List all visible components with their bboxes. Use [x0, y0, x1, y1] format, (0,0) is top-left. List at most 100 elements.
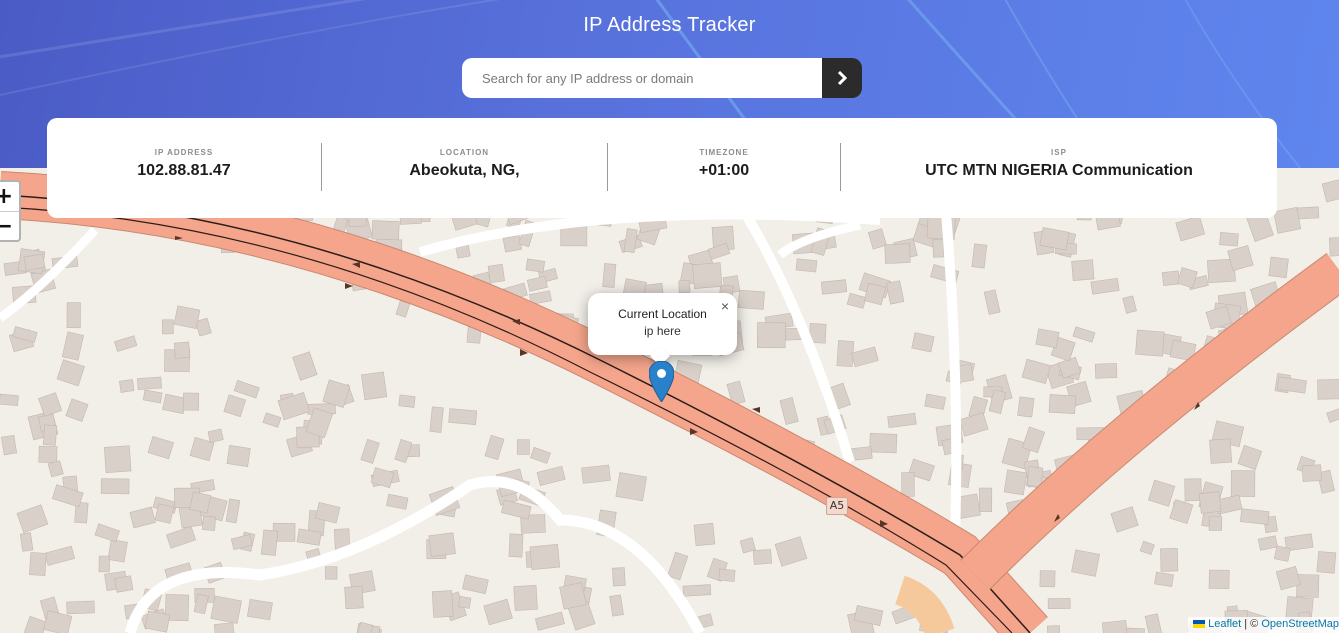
building-footprint: [581, 464, 611, 484]
building-footprint: [1198, 491, 1222, 514]
building-footprint: [361, 371, 388, 401]
building-footprint: [1240, 508, 1270, 525]
building-footprint: [513, 585, 538, 611]
building-footprint: [19, 532, 34, 552]
ip-info-card: IP ADDRESS 102.88.81.47 LOCATION Abeokut…: [47, 118, 1277, 218]
building-footprint: [1208, 516, 1223, 531]
building-footprint: [932, 239, 945, 258]
building-footprint: [1273, 206, 1302, 234]
building-footprint: [525, 258, 546, 273]
building-footprint: [247, 598, 273, 621]
isp-label: ISP: [1051, 148, 1067, 157]
building-footprint: [448, 408, 478, 425]
chevron-right-icon: [837, 71, 847, 85]
building-footprint: [516, 439, 530, 455]
building-footprint: [100, 478, 130, 495]
building-footprint: [325, 566, 338, 580]
building-footprint: [42, 424, 58, 446]
zoom-in-button[interactable]: +: [0, 182, 19, 211]
search-input[interactable]: [462, 58, 822, 98]
building-footprint: [1047, 598, 1071, 610]
search-submit-button[interactable]: [822, 58, 862, 98]
popup-title: Current Location: [618, 307, 707, 321]
building-footprint: [971, 243, 988, 269]
building-footprint: [1035, 328, 1060, 349]
building-footprint: [1219, 231, 1239, 247]
building-footprint: [182, 392, 200, 411]
building-footprint: [1039, 570, 1056, 588]
building-footprint: [98, 555, 111, 573]
leaflet-link[interactable]: Leaflet: [1208, 618, 1241, 630]
building-footprint: [1046, 625, 1061, 633]
building-footprint: [1135, 329, 1165, 357]
building-footprint: [693, 522, 716, 547]
popup-close-button[interactable]: ×: [721, 298, 729, 314]
building-footprint: [136, 376, 162, 390]
building-footprint: [1048, 394, 1077, 415]
building-footprint: [38, 445, 58, 464]
building-footprint: [1328, 236, 1339, 257]
building-footprint: [226, 445, 251, 467]
building-footprint: [1301, 464, 1322, 482]
building-footprint: [173, 341, 191, 359]
road-label-a5: A5: [826, 497, 848, 515]
building-footprint: [1296, 574, 1320, 598]
map-attribution: Leaflet | © OpenStreetMap: [1188, 617, 1339, 633]
location-block: LOCATION Abeokuta, NG,: [322, 118, 607, 218]
building-footprint: [487, 263, 505, 284]
building-footprint: [0, 393, 19, 407]
building-footprint: [678, 280, 691, 294]
location-label: LOCATION: [439, 148, 490, 157]
building-footprint: [869, 432, 898, 454]
location-marker-icon[interactable]: [649, 361, 674, 402]
zoom-control: + −: [0, 180, 21, 242]
building-footprint: [1071, 259, 1095, 281]
ukraine-flag-icon: [1193, 620, 1206, 629]
building-footprint: [1094, 363, 1118, 379]
building-footprint: [431, 590, 454, 618]
ip-address-label: IP ADDRESS: [154, 148, 214, 157]
building-footprint: [1154, 571, 1174, 587]
building-footprint: [1208, 569, 1230, 590]
building-footprint: [119, 379, 135, 393]
timezone-value: +01:00: [698, 162, 750, 179]
building-footprint: [884, 243, 911, 264]
building-footprint: [1160, 548, 1179, 572]
page-title: IP Address Tracker: [583, 14, 756, 36]
building-footprint: [1017, 396, 1035, 418]
building-footprint: [428, 532, 456, 557]
building-footprint: [559, 582, 587, 610]
building-footprint: [979, 487, 993, 513]
ip-address-value: 102.88.81.47: [137, 162, 231, 179]
popup-subtitle: ip here: [644, 324, 681, 338]
openstreetmap-link[interactable]: OpenStreetMap: [1261, 618, 1339, 630]
building-footprint: [1317, 379, 1339, 400]
building-footprint: [371, 220, 400, 241]
building-footprint: [0, 434, 18, 456]
zoom-out-button[interactable]: −: [0, 211, 19, 240]
building-footprint: [1230, 470, 1256, 497]
location-value: Abeokuta, NG,: [409, 162, 520, 179]
timezone-block: TIMEZONE +01:00: [608, 118, 840, 218]
building-footprint: [718, 568, 736, 582]
building-footprint: [1209, 438, 1233, 464]
search-form: [462, 58, 862, 98]
building-footprint: [682, 584, 712, 597]
building-footprint: [29, 552, 47, 576]
building-footprint: [107, 539, 128, 563]
building-footprint: [1316, 551, 1337, 574]
building-footprint: [756, 322, 786, 349]
building-footprint: [1273, 545, 1291, 562]
building-footprint: [752, 549, 773, 565]
building-footprint: [66, 600, 95, 615]
building-footprint: [23, 253, 46, 271]
isp-block: ISP UTC MTN NIGERIA Communication: [841, 118, 1277, 218]
location-popup: × Current Location ip here: [588, 293, 737, 355]
building-footprint: [173, 305, 201, 329]
building-footprint: [615, 472, 647, 502]
building-footprint: [429, 406, 444, 433]
building-footprint: [207, 428, 224, 443]
building-footprint: [398, 394, 416, 408]
building-footprint: [612, 567, 626, 587]
building-footprint: [114, 575, 134, 593]
